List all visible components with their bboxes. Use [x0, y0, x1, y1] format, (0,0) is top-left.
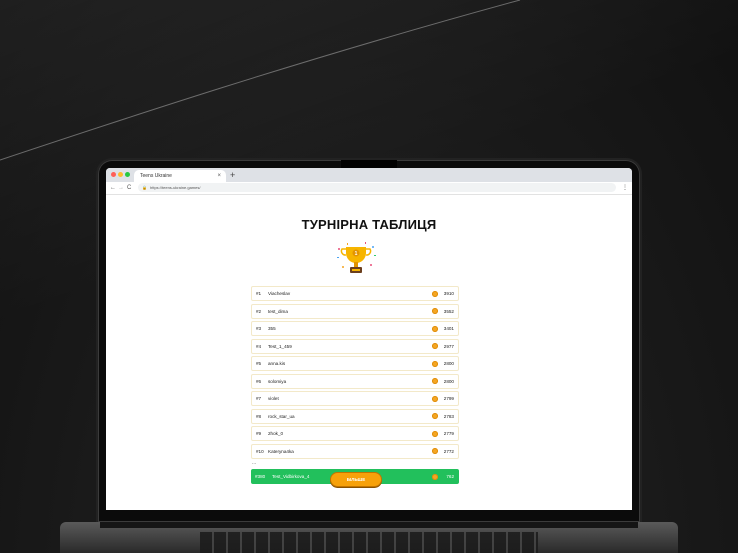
minimize-window-button[interactable] — [118, 172, 123, 177]
player-name: Test_1_459 — [268, 343, 292, 349]
coin-icon — [432, 343, 438, 349]
more-button[interactable]: БІЛЬШЕ — [330, 472, 382, 487]
new-tab-icon[interactable]: + — [230, 168, 235, 182]
player-name: Viacheslav — [268, 291, 291, 296]
reload-icon[interactable]: C — [127, 183, 131, 193]
trophy-icon: 1 — [337, 242, 376, 273]
coin-icon — [432, 430, 438, 437]
laptop-hinge — [100, 522, 638, 528]
leaderboard-row: #1 Viacheslav 3910 — [251, 286, 459, 301]
leaderboard-page: ТУРНІРНА ТАБЛИЦЯ 1 #1 Viacheslav 3910 #2 tes… — [106, 195, 632, 510]
player-score: 3910 — [443, 291, 454, 296]
leaderboard-row: #4 Test_1_459 2977 — [251, 338, 459, 354]
player-name: Test_Vidbirkova_4 — [272, 474, 310, 479]
back-icon[interactable]: ← — [110, 183, 116, 193]
coin-icon — [432, 395, 438, 402]
laptop-screen: Teens Ukraine × + ← → C 🔒 https://teens-… — [106, 168, 632, 510]
player-rank: #6 — [256, 378, 262, 384]
coin-icon — [432, 378, 438, 384]
forward-icon[interactable]: → — [118, 183, 124, 193]
maximize-window-button[interactable] — [125, 172, 130, 177]
player-score: 3552 — [443, 308, 454, 314]
player-score: 2800 — [443, 378, 454, 384]
browser-menu-icon[interactable]: ⋮ — [622, 183, 628, 193]
coin-icon — [432, 448, 438, 454]
svg-text:1: 1 — [355, 251, 358, 257]
player-rank: #1 — [256, 291, 262, 296]
player-score: 2772 — [443, 448, 454, 454]
leaderboard-row: #7 violet 2799 — [251, 391, 459, 406]
player-rank: #380 — [255, 474, 266, 479]
coin-icon — [432, 360, 438, 367]
player-name: Kateryna4ka — [268, 448, 294, 454]
leaderboard-row: #2 test_dima 3552 — [251, 303, 459, 319]
leaderboard-row: #8 rock_star_ua 2783 — [251, 408, 459, 424]
player-name: 355 — [268, 326, 276, 331]
coin-icon — [432, 413, 438, 419]
player-score: 762 — [446, 474, 454, 479]
tab-close-icon[interactable]: × — [217, 170, 221, 182]
leaderboard-row: #6 solomiya 2800 — [251, 373, 459, 389]
player-score: 2779 — [443, 431, 454, 436]
leaderboard-row: #10 Kateryna4ka 2772 — [251, 443, 459, 459]
player-name: violet — [268, 396, 279, 401]
lock-icon: 🔒 — [142, 185, 147, 190]
keyboard — [200, 532, 538, 553]
page-title: ТУРНІРНА ТАБЛИЦЯ — [301, 217, 437, 232]
player-score: 2783 — [443, 413, 454, 419]
laptop-base — [60, 522, 678, 553]
player-name: 2hok_0 — [268, 431, 284, 436]
player-score: 3401 — [443, 326, 454, 331]
player-rank: #8 — [256, 413, 262, 419]
browser-tab-bar: Teens Ukraine × + — [106, 168, 632, 182]
coin-icon — [432, 473, 438, 480]
player-rank: #7 — [256, 396, 262, 401]
player-rank: #5 — [256, 361, 262, 366]
tab-title: Teens Ukraine — [140, 173, 172, 179]
leaderboard-row: #9 2hok_0 2779 — [251, 426, 459, 441]
url-input[interactable]: 🔒 https://teens-ukraine.games/ — [138, 183, 616, 192]
leaderboard-ellipsis: ... — [252, 460, 257, 466]
player-name: rock_star_ua — [268, 413, 295, 419]
close-window-button[interactable] — [111, 172, 116, 177]
browser-address-bar: ← → C 🔒 https://teens-ukraine.games/ ⋮ — [106, 182, 632, 195]
player-score: 2977 — [443, 343, 454, 349]
player-name: anna.kis — [268, 361, 286, 366]
url-text: https://teens-ukraine.games/ — [150, 185, 201, 190]
player-name: solomiya — [268, 378, 287, 384]
player-score: 2800 — [443, 361, 454, 366]
player-score: 2799 — [443, 396, 454, 401]
player-rank: #2 — [256, 308, 262, 314]
browser-tab[interactable]: Teens Ukraine × — [134, 170, 226, 182]
coin-icon — [432, 308, 438, 314]
player-name: test_dima — [268, 308, 288, 314]
player-rank: #9 — [256, 431, 262, 436]
player-rank: #3 — [256, 326, 262, 331]
coin-icon — [432, 290, 438, 297]
player-rank: #4 — [256, 343, 262, 349]
coin-icon — [432, 325, 438, 332]
player-rank: #10 — [256, 448, 264, 454]
leaderboard-row: #3 355 3401 — [251, 321, 459, 336]
leaderboard-row: #5 anna.kis 2800 — [251, 356, 459, 371]
leaderboard: #1 Viacheslav 3910 #2 test_dima 3552 #3 355 3401… — [251, 286, 459, 487]
